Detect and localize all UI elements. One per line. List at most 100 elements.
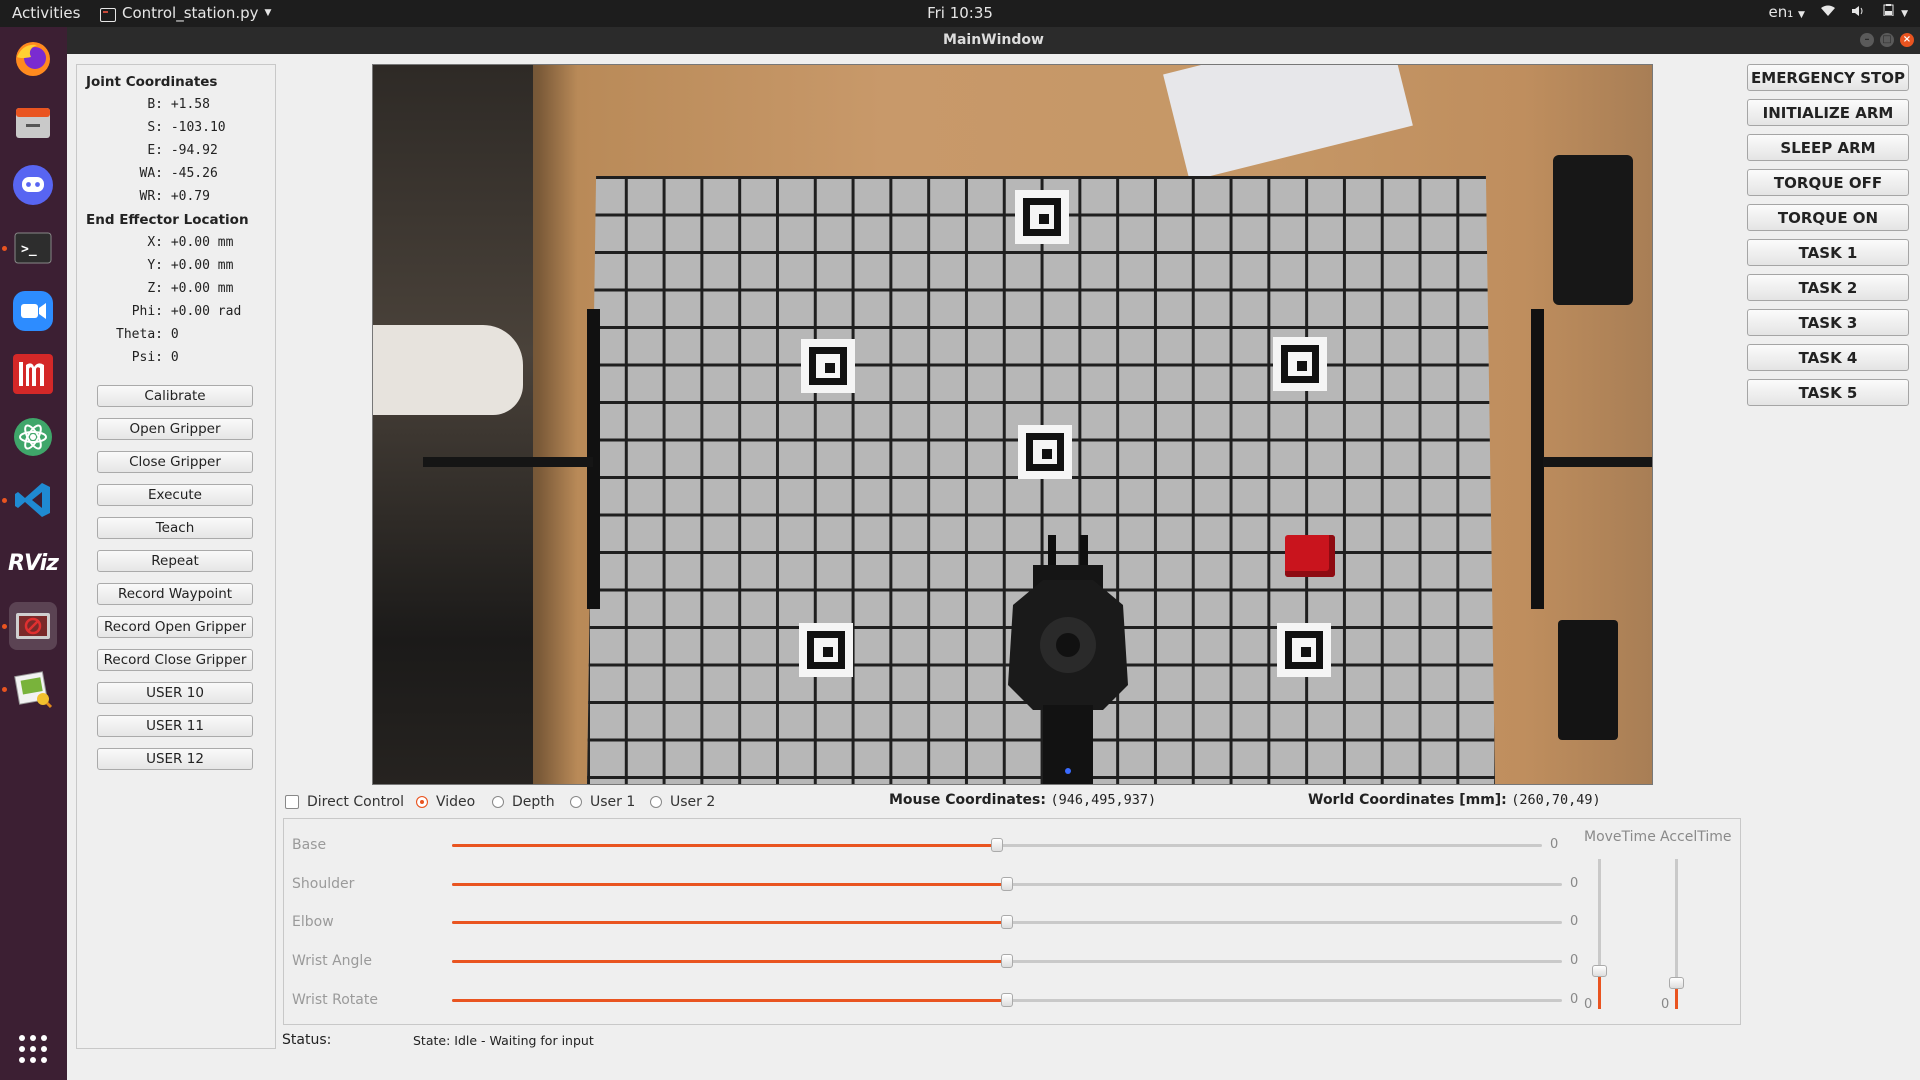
user-1-label: User 1 bbox=[590, 794, 636, 810]
activities-button[interactable]: Activities bbox=[12, 0, 80, 27]
rviz-label: RViz bbox=[8, 550, 59, 576]
wrist-angle-slider[interactable] bbox=[452, 954, 1562, 968]
slider-handle[interactable] bbox=[1001, 877, 1013, 891]
checkbox-box[interactable] bbox=[285, 795, 299, 809]
slider-handle[interactable] bbox=[991, 838, 1003, 852]
radio-dot[interactable] bbox=[416, 796, 428, 808]
window-titlebar[interactable]: MainWindow – □ × bbox=[67, 27, 1920, 54]
user-12-button[interactable]: USER 12 bbox=[97, 748, 253, 770]
joint-e-readout: E: -94.92 bbox=[147, 143, 218, 158]
elbow-slider-value: 0 bbox=[1570, 914, 1579, 929]
camera-video-view[interactable] bbox=[372, 64, 1653, 785]
radio-dot[interactable] bbox=[570, 796, 582, 808]
power-supply bbox=[1553, 155, 1633, 305]
base-slider[interactable] bbox=[452, 838, 1542, 852]
move-time-label: MoveTime bbox=[1584, 829, 1656, 845]
user-11-button[interactable]: USER 11 bbox=[97, 715, 253, 737]
accel-time-slider[interactable] bbox=[1669, 859, 1684, 1009]
radio-dot[interactable] bbox=[492, 796, 504, 808]
task-2-button[interactable]: TASK 2 bbox=[1747, 274, 1909, 301]
teach-button[interactable]: Teach bbox=[97, 517, 253, 539]
dock-image-viewer[interactable] bbox=[2, 665, 57, 713]
april-tag bbox=[1273, 337, 1327, 391]
shoulder-slider[interactable] bbox=[452, 877, 1562, 891]
slider-handle[interactable] bbox=[1001, 993, 1013, 1007]
dock-rviz[interactable]: RViz bbox=[8, 539, 59, 587]
dock-discord[interactable] bbox=[9, 161, 57, 209]
dock-firefox[interactable] bbox=[9, 35, 57, 83]
wrist-rotate-slider-value: 0 bbox=[1570, 992, 1579, 1007]
initialize-arm-button[interactable]: INITIALIZE ARM bbox=[1747, 99, 1909, 126]
slider-handle[interactable] bbox=[1001, 954, 1013, 968]
joint-s-readout: S: -103.10 bbox=[147, 120, 226, 135]
atom-icon bbox=[12, 416, 54, 458]
april-tag bbox=[1277, 623, 1331, 677]
wifi-icon[interactable] bbox=[1820, 0, 1835, 27]
dock-atom[interactable] bbox=[9, 413, 57, 461]
task-5-button[interactable]: TASK 5 bbox=[1747, 379, 1909, 406]
slider-handle[interactable] bbox=[1001, 915, 1013, 929]
image-viewer-icon bbox=[12, 668, 54, 710]
slider-handle[interactable] bbox=[1669, 977, 1684, 989]
theta-readout: Theta: 0 bbox=[116, 327, 179, 342]
task-4-button[interactable]: TASK 4 bbox=[1747, 344, 1909, 371]
base-slider-row: Base 0 bbox=[284, 835, 1740, 855]
clock[interactable]: Fri 10:35 bbox=[927, 4, 993, 22]
world-coordinates-value: (260,70,49) bbox=[1511, 792, 1601, 808]
record-close-gripper-button[interactable]: Record Close Gripper bbox=[97, 649, 253, 671]
close-icon[interactable]: × bbox=[1900, 33, 1914, 47]
system-tray[interactable]: en₁ ▼ ▼ bbox=[1768, 0, 1908, 27]
open-gripper-button[interactable]: Open Gripper bbox=[97, 418, 253, 440]
move-time-slider[interactable] bbox=[1592, 859, 1607, 1009]
calibrate-button[interactable]: Calibrate bbox=[97, 385, 253, 407]
end-effector-title: End Effector Location bbox=[86, 212, 249, 228]
direct-control-label: Direct Control bbox=[307, 794, 404, 810]
slider-fill bbox=[452, 883, 1007, 886]
radio-dot[interactable] bbox=[650, 796, 662, 808]
show-applications-button[interactable] bbox=[9, 1025, 57, 1073]
slider-handle[interactable] bbox=[1592, 965, 1607, 977]
dock-zoom[interactable] bbox=[9, 287, 57, 335]
execute-button[interactable]: Execute bbox=[97, 484, 253, 506]
video-radio[interactable]: Video bbox=[416, 792, 475, 812]
torque-off-button[interactable]: TORQUE OFF bbox=[1747, 169, 1909, 196]
language-indicator[interactable]: en₁ ▼ bbox=[1768, 0, 1804, 29]
dock-vscode[interactable] bbox=[2, 476, 57, 524]
accel-time-value: 0 bbox=[1661, 997, 1670, 1012]
right-crossbar bbox=[1543, 457, 1652, 467]
battery-icon[interactable]: ▼ bbox=[1881, 0, 1908, 28]
direct-control-checkbox[interactable]: Direct Control bbox=[285, 792, 404, 812]
dock-terminal[interactable]: >_ bbox=[2, 224, 57, 272]
left-crossbar bbox=[423, 457, 593, 467]
app-menu[interactable]: Control_station.py ▼ bbox=[100, 0, 271, 27]
close-gripper-button[interactable]: Close Gripper bbox=[97, 451, 253, 473]
april-tag bbox=[1018, 425, 1072, 479]
record-open-gripper-button[interactable]: Record Open Gripper bbox=[97, 616, 253, 638]
wrist-rotate-slider[interactable] bbox=[452, 993, 1562, 1007]
dock-imagemagick[interactable] bbox=[9, 350, 57, 398]
sleep-arm-button[interactable]: SLEEP ARM bbox=[1747, 134, 1909, 161]
running-indicator bbox=[2, 246, 7, 251]
depth-radio[interactable]: Depth bbox=[492, 792, 555, 812]
task-1-button[interactable]: TASK 1 bbox=[1747, 239, 1909, 266]
torque-on-button[interactable]: TORQUE ON bbox=[1747, 204, 1909, 231]
wrist-angle-slider-row: Wrist Angle 0 bbox=[284, 951, 1740, 971]
elbow-slider[interactable] bbox=[452, 915, 1562, 929]
dock: >_ RViz bbox=[0, 27, 67, 1080]
user-1-radio[interactable]: User 1 bbox=[570, 792, 635, 812]
joint-slider-panel: Base 0 Shoulder 0 Elbow 0 Wrist Angle 0 … bbox=[283, 818, 1741, 1025]
emergency-stop-button[interactable]: EMERGENCY STOP bbox=[1747, 64, 1909, 91]
record-waypoint-button[interactable]: Record Waypoint bbox=[97, 583, 253, 605]
maximize-icon[interactable]: □ bbox=[1880, 33, 1894, 47]
task-3-button[interactable]: TASK 3 bbox=[1747, 309, 1909, 336]
dock-files[interactable] bbox=[9, 98, 57, 146]
wrist-angle-slider-label: Wrist Angle bbox=[292, 953, 372, 969]
joint-b-readout: B: +1.58 bbox=[147, 97, 210, 112]
user-10-button[interactable]: USER 10 bbox=[97, 682, 253, 704]
dock-control-station[interactable] bbox=[2, 602, 57, 650]
repeat-button[interactable]: Repeat bbox=[97, 550, 253, 572]
minimize-icon[interactable]: – bbox=[1860, 33, 1874, 47]
volume-icon[interactable] bbox=[1851, 0, 1865, 27]
user-2-radio[interactable]: User 2 bbox=[650, 792, 715, 812]
wrist-rotate-slider-label: Wrist Rotate bbox=[292, 992, 378, 1008]
